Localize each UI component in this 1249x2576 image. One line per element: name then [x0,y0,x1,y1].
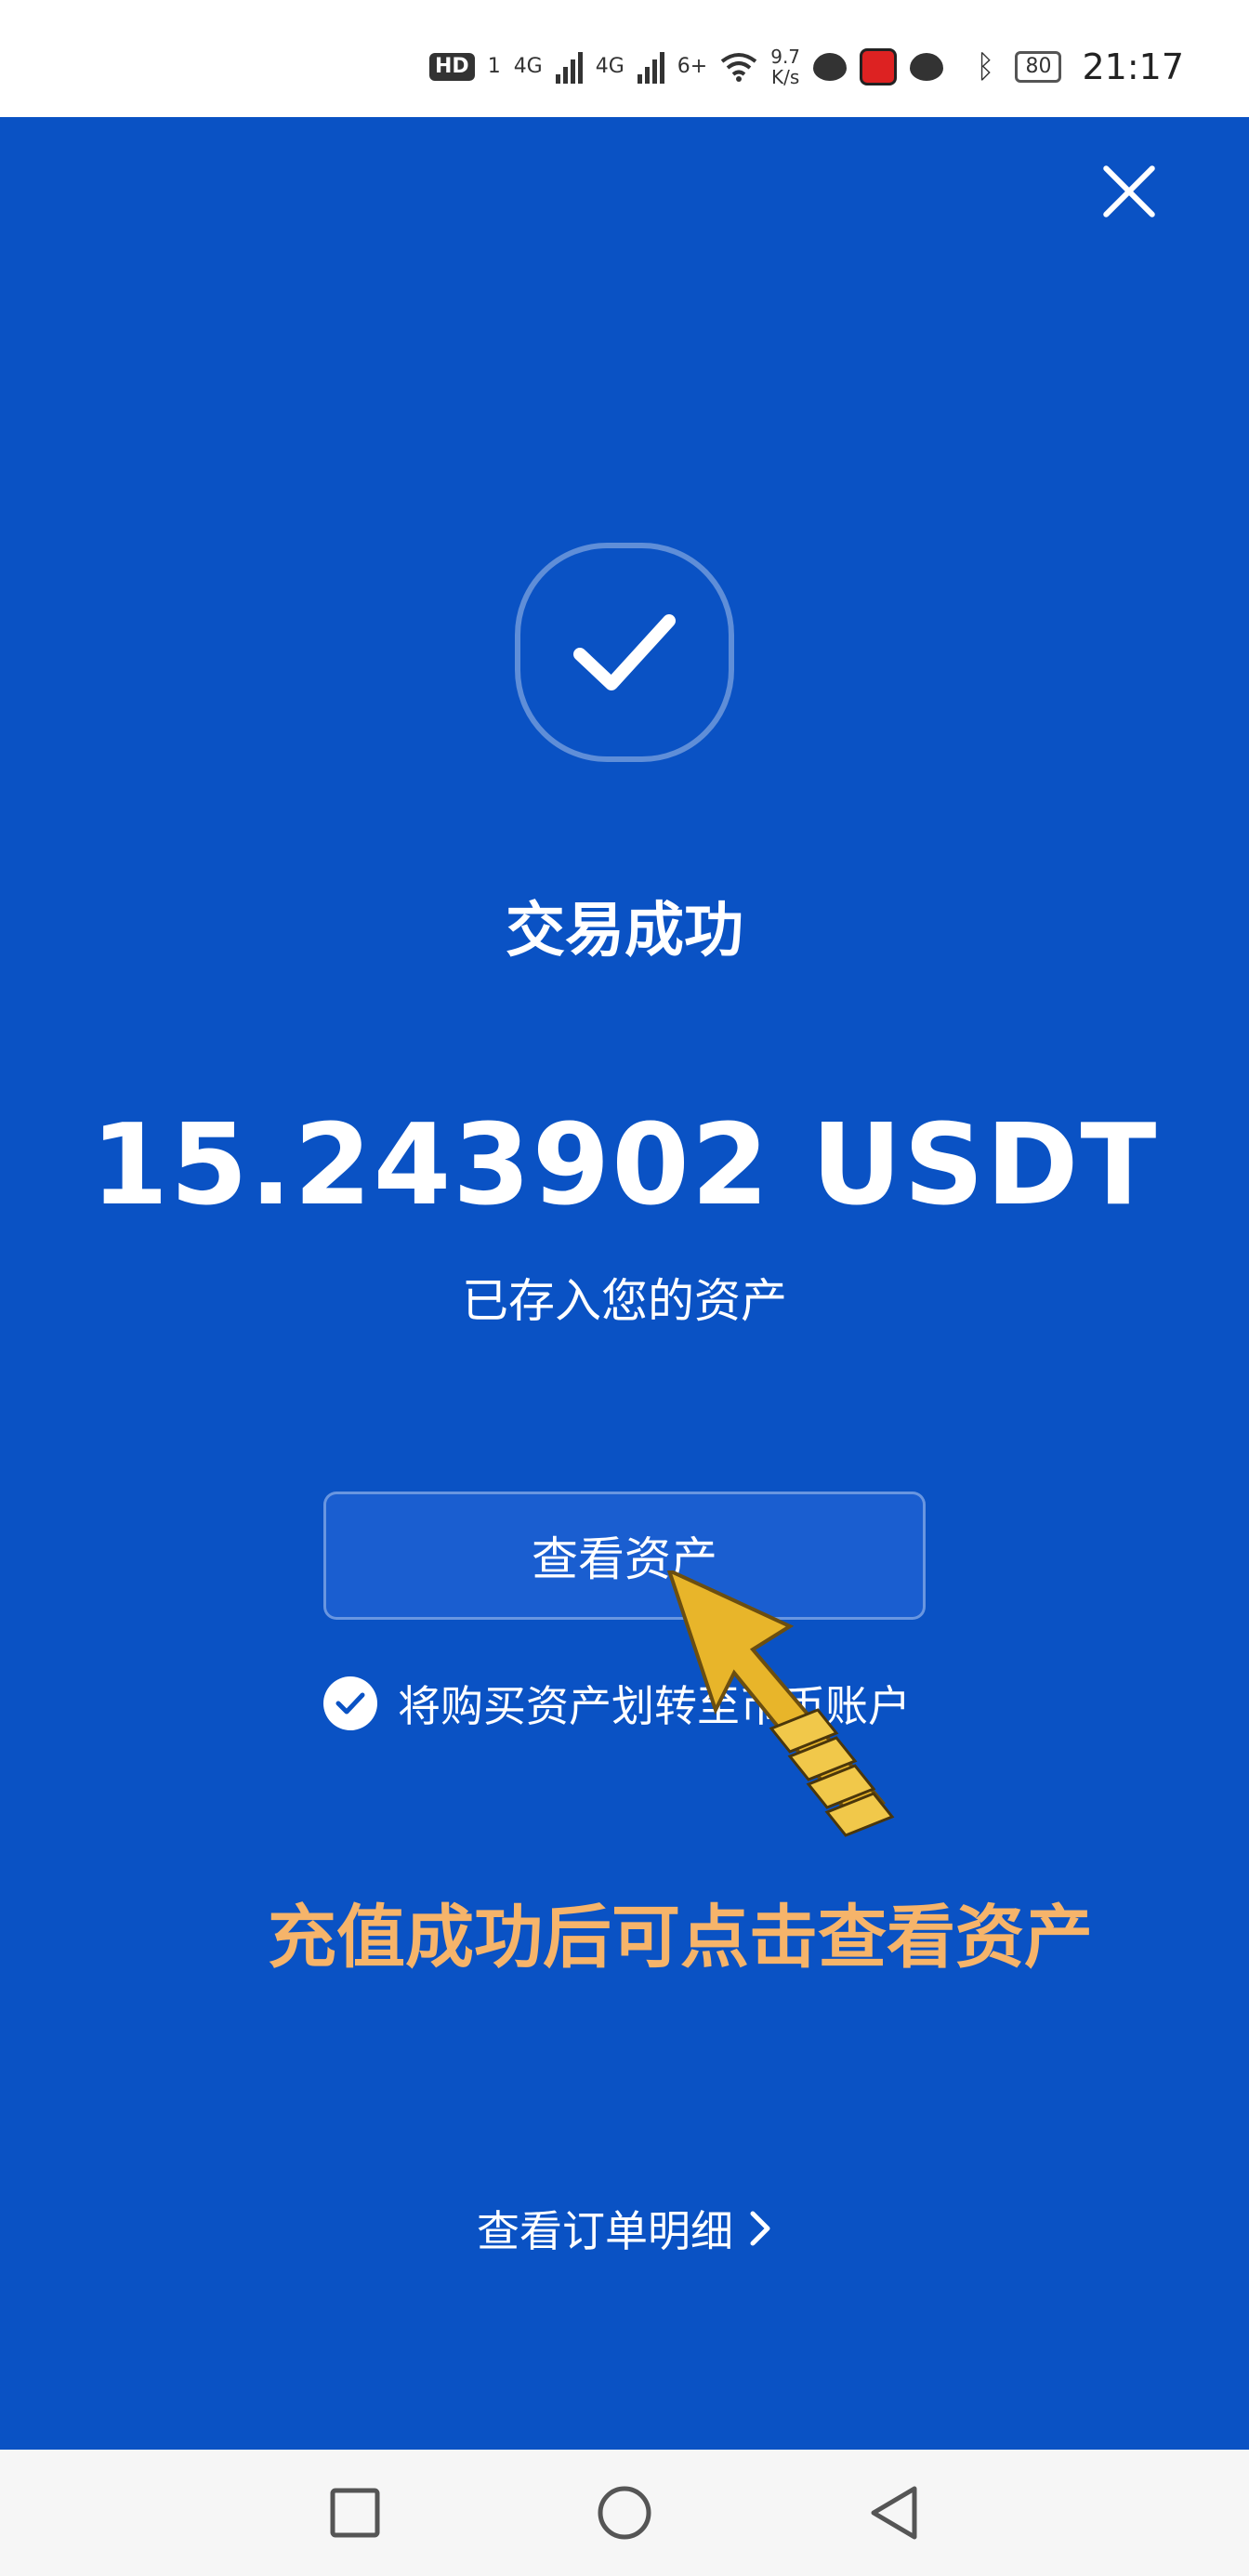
battery-indicator: 80 [1015,51,1062,83]
signal-icon-1 [555,50,583,84]
triangle-back-icon [871,2486,917,2540]
bluetooth-icon: ᛒ [976,48,995,85]
square-icon [330,2488,380,2538]
success-badge [515,543,734,762]
order-details-link[interactable]: 查看订单明细 [0,2198,1249,2259]
status-bar: HD 1 4G 4G 6+ 9.7 K/s ᛒ 80 21:17 [0,0,1249,117]
amount-value: 15.243902 USDT [90,1101,1159,1230]
recent-apps-button[interactable] [327,2485,383,2541]
chevron-right-icon [750,2211,770,2246]
status-bar-left: HD 1 4G 4G 6+ 9.7 K/s [429,46,944,87]
home-button[interactable] [597,2485,652,2541]
signal-icon-2 [637,50,664,84]
bank-app-icon [860,48,898,85]
close-icon[interactable] [1098,162,1158,221]
annotation-caption: 充值成功后可点击查看资产 [268,1898,1093,1978]
system-nav-bar [0,2450,1249,2576]
network-type-2: 4G [595,55,624,78]
hd-badge: HD [429,53,475,81]
sim-indicator: 1 [487,55,501,78]
order-details-label: 查看订单明细 [477,2206,733,2256]
chat-bubble-icon [813,53,848,81]
back-button[interactable] [866,2485,922,2541]
network-speed-value: 9.7 [770,46,801,68]
network-speed: 9.7 K/s [770,46,800,87]
wifi-standard: 6+ [677,55,708,78]
checkmark-icon [573,614,676,690]
wifi-icon [720,53,757,82]
result-title: 交易成功 [506,897,743,966]
network-type-1: 4G [513,55,543,78]
status-bar-right: ᛒ 80 21:17 [976,46,1184,87]
pointer-arrow-icon [666,1571,895,1837]
message-bubble-icon [910,53,944,81]
deposited-text: 已存入您的资产 [462,1274,787,1328]
clock: 21:17 [1082,46,1184,87]
circle-icon [598,2486,651,2540]
check-circle-icon [323,1676,377,1730]
network-speed-unit: K/s [770,66,800,88]
